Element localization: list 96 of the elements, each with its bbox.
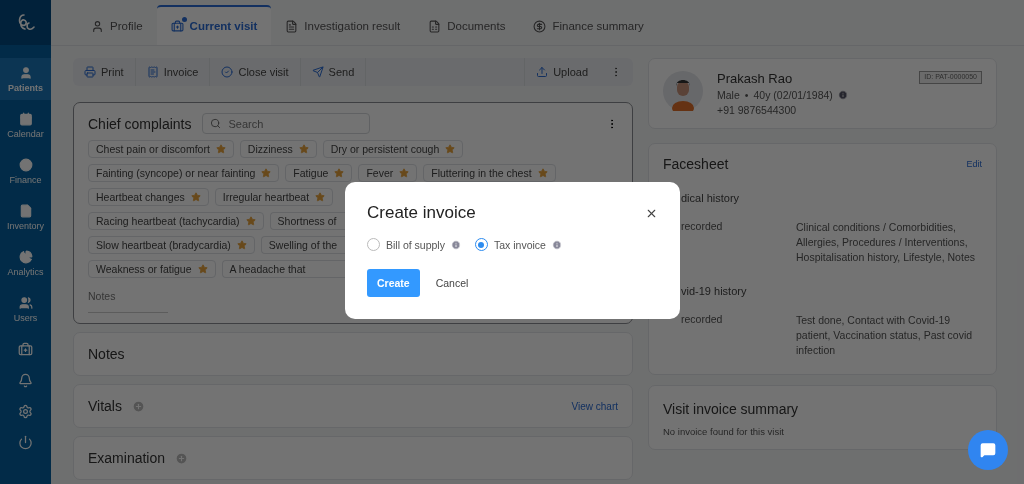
tab[interactable]: Investigation result [271,5,415,45]
card-title: Chief complaints [88,115,192,132]
power-icon[interactable] [18,435,33,450]
complaint-chip[interactable]: Heartbeat changes [88,188,209,206]
tab[interactable]: Documents [414,5,520,45]
complaint-chip[interactable]: Fatigue [285,164,353,182]
notes-label: Notes [88,290,168,313]
edit-link[interactable]: Edit [966,159,982,169]
section-title: Vitals [88,398,122,414]
chat-button[interactable] [968,430,1008,470]
sidebar-item[interactable]: Inventory [0,196,51,238]
complaint-chip[interactable]: Fluttering in the chest [423,164,556,182]
group-title: vid-19 history [681,285,748,297]
avatar-icon [663,71,703,111]
tab-icon [285,19,299,33]
complaint-chip[interactable]: Fever [358,164,418,182]
complaint-chip[interactable]: Fainting (syncope) or near fainting [88,164,280,182]
complaint-chip[interactable]: Chest pain or discomfort [88,140,234,158]
radio-option[interactable]: Tax invoice [474,238,562,251]
star-icon [261,168,272,178]
patient-name: Prakash Rao [717,71,794,86]
star-icon [399,168,410,178]
separator-dot: • [744,89,749,101]
upload-button[interactable]: Upload [524,58,599,86]
sidebar-item[interactable]: Calendar [0,104,51,146]
toolbar-button[interactable]: Send [300,58,367,86]
nav-icon [18,295,33,310]
complaint-chip[interactable]: Weakness or fatigue [88,260,216,278]
add-icon[interactable] [175,451,189,465]
search-field[interactable]: Search [201,113,370,134]
sidebar-item[interactable]: Analytics [0,242,51,284]
details-text: Clinical conditions / Comorbidities, Allergies, Procedures / Interventions, Hospitalisation history, Lifestyle, Notes [796,220,976,265]
patient-phone: +91 9876544300 [717,104,797,116]
nav-icon [18,157,33,172]
create-button[interactable]: Create [367,269,420,297]
tab[interactable]: Profile [77,5,157,45]
sidebar-item[interactable]: Finance [0,150,51,192]
toolbar-button[interactable]: Invoice [135,58,211,86]
view-chart-link[interactable]: View chart [571,400,618,412]
star-icon [197,264,208,274]
upload-icon [536,66,549,78]
sidebar-item[interactable]: Patients [0,58,51,100]
complaint-chip[interactable]: Dry or persistent cough [322,140,464,158]
toolbar-button[interactable]: Print [73,58,136,86]
add-icon[interactable] [132,399,145,413]
empty-message: No invoice found for this visit [663,426,785,437]
complaint-chip[interactable]: Racing heartbeat (tachycardia) [88,212,264,230]
star-icon [315,192,326,202]
star-icon [537,168,548,178]
sidebar-item[interactable]: Users [0,288,51,330]
star-icon [236,240,247,250]
nav-icon [18,111,33,126]
toolbar-icon [84,66,96,78]
tab-icon [91,19,104,33]
tab[interactable]: Finance summary [519,5,658,45]
star-icon [298,144,309,154]
info-icon[interactable] [837,90,848,100]
details-text: Test done, Contact with Covid-19 patient, Vaccination status, Past covid infection [796,313,974,358]
radio-option[interactable]: Bill of supply [367,238,461,251]
section-title: Notes [88,346,125,362]
medical-kit-icon[interactable] [18,342,33,357]
group-title: dical history [681,192,741,204]
tab-icon [533,19,547,33]
info-icon[interactable] [551,239,562,250]
toolbar-icon [311,66,324,78]
toolbar-button[interactable]: Close visit [210,58,301,86]
patient-gender: Male [717,89,740,101]
complaint-chip[interactable]: Slow heartbeat (bradycardia) [88,236,255,254]
tab[interactable]: Current visit [156,5,272,45]
toolbar-icon [146,66,159,78]
complaint-chip[interactable]: Dizziness [239,140,317,158]
star-icon [334,168,345,178]
star-icon [190,192,201,202]
star-icon [245,216,256,226]
status-text: recorded [680,220,724,234]
info-icon[interactable] [450,239,461,250]
card-title: Facesheet [663,156,729,172]
nav-icon [18,65,33,80]
complaint-chip[interactable]: A headache that [221,260,346,278]
patient-age: 40y (02/01/1984) [753,89,833,101]
cancel-button[interactable]: Cancel [433,269,471,297]
bell-icon[interactable] [18,373,33,388]
star-icon [445,144,456,154]
complaint-chip[interactable]: Irregular heartbeat [214,188,334,206]
status-text: recorded [680,313,724,327]
chat-icon [980,442,996,458]
section-title: Examination [88,450,166,466]
nav-icon [18,249,33,264]
search-icon [209,118,221,129]
tab-icon [170,19,184,33]
tab-icon [428,19,442,33]
card-title: Visit invoice summary [663,401,799,417]
star-icon [215,144,226,154]
settings-icon[interactable] [18,404,33,419]
nav-icon [18,203,33,218]
toolbar-icon [221,66,234,78]
